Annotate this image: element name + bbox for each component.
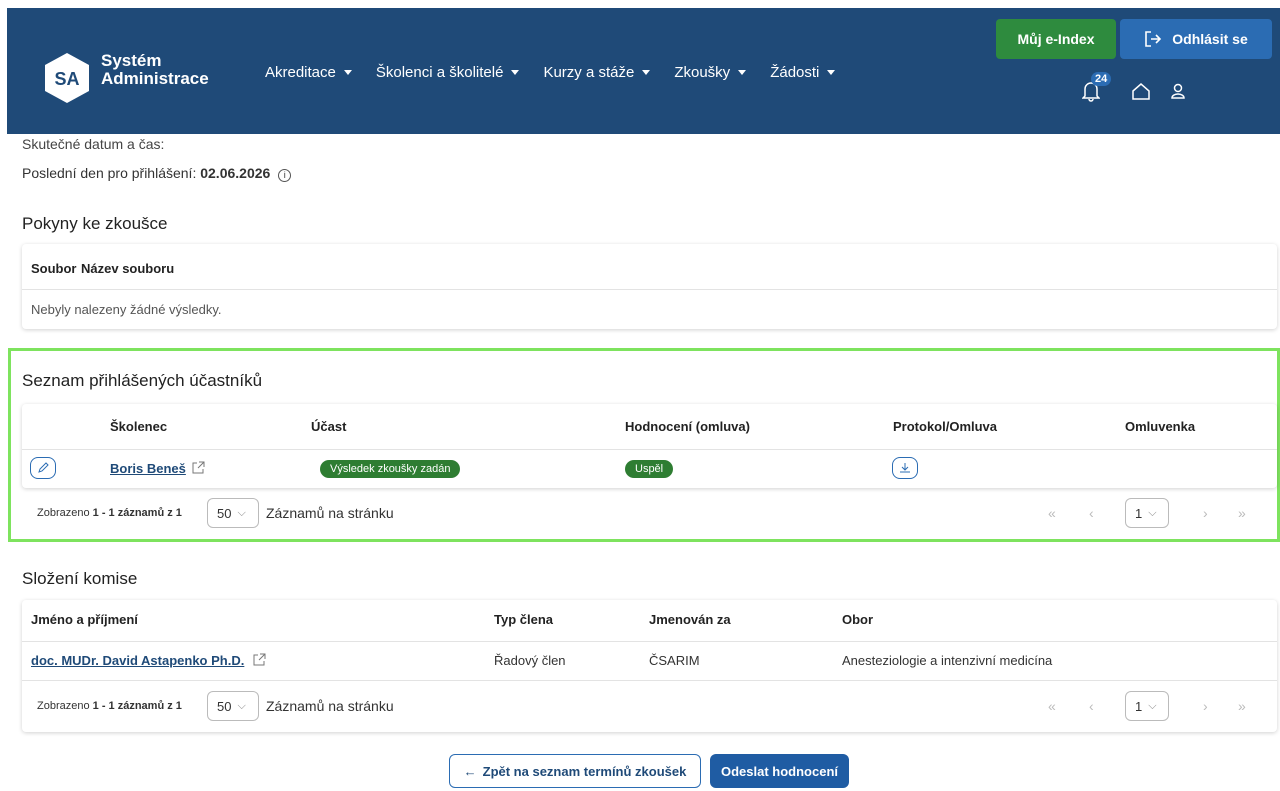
eindex-button[interactable]: Můj e-Index — [996, 19, 1116, 59]
chevron-down-icon: ⌵ — [237, 506, 246, 519]
committee-page-select[interactable]: 1 ⌵ — [1125, 691, 1169, 721]
download-icon — [900, 463, 910, 473]
pencil-icon — [38, 462, 49, 473]
committee-table: Jméno a příjmení Typ člena Jmenován za O… — [22, 600, 1277, 732]
logout-icon — [1145, 31, 1162, 47]
arrow-left-icon: ← — [463, 763, 477, 779]
logo-initials: SA — [54, 69, 79, 89]
deadline-label: Poslední den pro přihlášení: — [22, 165, 197, 181]
prev-page-icon[interactable]: ‹ — [1089, 698, 1094, 714]
logout-button[interactable]: Odhlásit se — [1120, 19, 1272, 59]
instructions-title: Pokyny ke zkoušce — [22, 214, 168, 233]
app-name-line2: Administrace — [101, 69, 209, 88]
external-link-icon[interactable] — [192, 461, 205, 474]
nav-skolenci[interactable]: Školenci a školitelé — [376, 64, 520, 81]
col-skolenec: Školenec — [110, 419, 168, 434]
download-protocol-button[interactable] — [892, 457, 918, 479]
instructions-table: Soubor Název souboru Nebyly nalezeny žád… — [22, 244, 1277, 329]
first-page-icon[interactable]: « — [1048, 505, 1056, 521]
col-jmenovan-za: Jmenován za — [649, 612, 731, 627]
chevron-down-icon: ⌵ — [1148, 506, 1157, 519]
main-nav: Akreditace Školenci a školitelé Kurzy a … — [265, 64, 859, 81]
evaluation-badge: Uspěl — [625, 460, 674, 478]
next-page-icon[interactable]: › — [1203, 505, 1208, 521]
committee-page-size-select[interactable]: 50 ⌵ — [207, 691, 259, 721]
participation-status-badge: Výsledek zkoušky zadán — [320, 460, 461, 478]
notification-badge: 24 — [1091, 72, 1112, 86]
chevron-down-icon — [738, 70, 747, 75]
participants-per-page-label: Záznamů na stránku — [266, 505, 394, 521]
logo-icon[interactable]: SA — [44, 52, 90, 104]
home-icon[interactable] — [1131, 81, 1151, 101]
app-name-line1: Systém — [101, 51, 162, 70]
nav-akreditace[interactable]: Akreditace — [265, 64, 352, 81]
committee-pager-info: Zobrazeno 1 - 1 záznamů z 1 — [37, 700, 182, 712]
committee-member-link[interactable]: doc. MUDr. David Astapenko Ph.D. — [31, 653, 244, 668]
col-jmeno: Jméno a příjmení — [31, 612, 138, 627]
col-soubor: Soubor — [31, 261, 77, 276]
col-nazev-souboru: Název souboru — [81, 261, 175, 276]
nav-zadosti[interactable]: Žádosti — [770, 64, 836, 81]
actual-datetime-label: Skutečné datum a čas: — [22, 136, 165, 152]
edit-button[interactable] — [30, 457, 56, 479]
first-page-icon[interactable]: « — [1048, 698, 1056, 714]
participants-title: Seznam přihlášených účastníků — [22, 371, 263, 390]
col-hodnoceni: Hodnocení (omluva) — [625, 419, 750, 434]
committee-per-page-label: Záznamů na stránku — [266, 698, 394, 714]
chevron-down-icon — [343, 70, 352, 75]
chevron-down-icon: ⌵ — [237, 699, 246, 712]
participants-page-size-select[interactable]: 50 ⌵ — [207, 498, 259, 528]
empty-results: Nebyly nalezeny žádné výsledky. — [31, 302, 222, 317]
deadline-row: Poslední den pro přihlášení: 02.06.2026 … — [22, 165, 292, 182]
prev-page-icon[interactable]: ‹ — [1089, 505, 1094, 521]
chevron-down-icon — [642, 70, 651, 75]
chevron-down-icon — [827, 70, 836, 75]
last-page-icon[interactable]: » — [1238, 505, 1246, 521]
col-typ-clena: Typ člena — [494, 612, 554, 627]
info-icon[interactable]: i — [278, 169, 292, 182]
member-appointed-by: ČSARIM — [649, 653, 700, 668]
participants-page-select[interactable]: 1 ⌵ — [1125, 498, 1169, 528]
col-obor: Obor — [842, 612, 874, 627]
external-link-icon[interactable] — [253, 653, 266, 666]
top-header: SA Systém Administrace Akreditace Školen… — [7, 8, 1280, 134]
nav-zkousky[interactable]: Zkoušky — [674, 64, 747, 81]
participant-name-link[interactable]: Boris Beneš — [110, 461, 186, 476]
member-type: Řadový člen — [494, 653, 566, 668]
back-button[interactable]: ← Zpět na seznam termínů zkoušek — [449, 754, 701, 788]
col-omluvenka: Omluvenka — [1125, 419, 1196, 434]
col-ucast: Účast — [311, 419, 347, 434]
chevron-down-icon — [511, 70, 520, 75]
user-icon[interactable] — [1170, 82, 1186, 100]
last-page-icon[interactable]: » — [1238, 698, 1246, 714]
participants-table: Školenec Účast Hodnocení (omluva) Protok… — [22, 404, 1277, 488]
deadline-value: 02.06.2026 — [200, 165, 271, 181]
nav-kurzy[interactable]: Kurzy a stáže — [543, 64, 651, 81]
member-field: Anesteziologie a intenzivní medicína — [842, 653, 1053, 668]
submit-evaluation-button[interactable]: Odeslat hodnocení — [710, 754, 849, 788]
participants-pager-info: Zobrazeno 1 - 1 záznamů z 1 — [37, 507, 182, 519]
app-name: Systém Administrace — [101, 52, 209, 88]
committee-title: Složení komise — [22, 569, 138, 588]
col-protokol: Protokol/Omluva — [893, 419, 998, 434]
chevron-down-icon: ⌵ — [1148, 699, 1157, 712]
next-page-icon[interactable]: › — [1203, 698, 1208, 714]
